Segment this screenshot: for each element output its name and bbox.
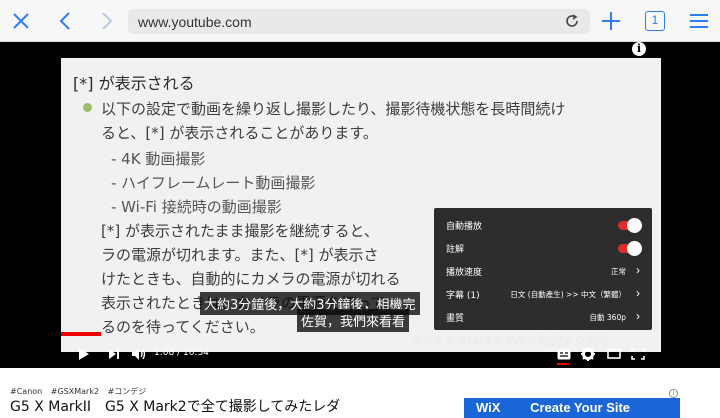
chevron-right-icon: › [636,286,640,300]
watermark-text: ※G5 X Mark2 WEB取説より引用 [412,334,609,348]
tag-link[interactable]: #Canon [10,387,42,396]
menu-item-value: 日文 (自動產生) >> 中文（繁體） [510,289,626,299]
menu-item-label: 自動播放 [446,221,483,232]
subtitle-line: 佐賀，我們來看看 [297,309,410,332]
ad-brand: WiX [476,400,501,415]
slide-list-item: - Wi-Fi 接続時の動画撮影 [111,198,282,216]
forward-icon[interactable] [94,8,120,34]
tabs-icon[interactable]: 1 [645,11,665,31]
menu-item-label: 播放速度 [446,267,483,278]
slide-text: けたときも、自動的にカメラの電源が切れる [101,270,401,288]
menu-item-speed[interactable]: 播放速度 正常 › [434,260,652,282]
info-icon[interactable]: i [632,42,646,56]
close-icon[interactable] [8,8,34,34]
ad-banner[interactable]: WiX Create Your Site [464,398,680,418]
menu-item-quality[interactable]: 畫質 自動 360p › [434,306,652,328]
slide-list-item: - 4K 動画撮影 [111,150,206,168]
new-tab-icon[interactable] [598,8,624,34]
slide-list-item: - ハイフレームレート動画撮影 [111,174,316,192]
time-display: 1:08 / 10:34 [154,348,209,358]
theater-mode-icon[interactable] [606,345,622,363]
chevron-right-icon: › [636,309,640,323]
menu-item-annotations[interactable]: 註解 [434,237,652,259]
slide-text: [*] が表示されたまま撮影を継続すると、 [101,222,379,240]
ad-text: Create Your Site [530,400,631,415]
ad-info-icon[interactable]: i [669,389,678,398]
menu-item-value: 自動 360p [589,312,626,322]
captions-icon[interactable] [556,345,572,363]
url-text: www.youtube.com [138,14,252,30]
volume-icon[interactable] [130,345,148,363]
slide-text: 以下の設定で動画を繰り返し撮影したり、撮影待機状態を長時間続け [101,100,566,118]
autoplay-toggle[interactable] [618,218,642,233]
menu-icon[interactable] [686,8,712,34]
menu-item-label: 字幕 (1) [446,290,480,301]
browser-toolbar: www.youtube.com 1 [0,0,720,42]
slide-text: ラの電源が切れます。また、[*] が表示さ [101,246,379,264]
video-title: G5 X MarkII G5 X Mark2で全て撮影してみたレダ [10,399,341,415]
slide-accent-bar [61,332,101,336]
settings-menu: 自動播放 註解 播放速度 正常 › 字幕 (1) 日文 (自動產生) >> 中文… [434,208,652,330]
address-bar[interactable]: www.youtube.com [128,9,590,34]
captions-active-indicator [557,363,569,365]
fullscreen-icon[interactable] [630,345,646,363]
menu-item-captions[interactable]: 字幕 (1) 日文 (自動產生) >> 中文（繁體） › [434,283,652,305]
back-icon[interactable] [52,8,78,34]
menu-item-label: 畫質 [446,313,465,324]
menu-item-label: 註解 [446,244,465,255]
slide-text: るのを待ってください。 [101,318,265,336]
menu-item-value: 正常 [611,266,626,276]
menu-item-autoplay[interactable]: 自動播放 [434,214,652,236]
chevron-right-icon: › [636,263,640,277]
video-player[interactable]: i [*] が表示される 以下の設定で動画を繰り返し撮影したり、撮影待機状態を長… [0,42,720,368]
tag-link[interactable]: #GSXMark2 [51,387,99,396]
gear-icon[interactable] [580,345,596,363]
slide-text: ると、[*] が表示されることがあります。 [101,124,378,142]
reload-icon[interactable] [564,13,580,29]
bullet-icon [83,103,92,112]
play-icon[interactable] [76,345,92,363]
next-icon[interactable] [106,345,122,363]
tag-link[interactable]: #コンデジ [108,387,147,396]
ad-panel[interactable]: i WiX Create Your Site [454,376,680,418]
annotations-toggle[interactable] [618,241,642,256]
slide-heading: [*] が表示される [73,74,195,93]
